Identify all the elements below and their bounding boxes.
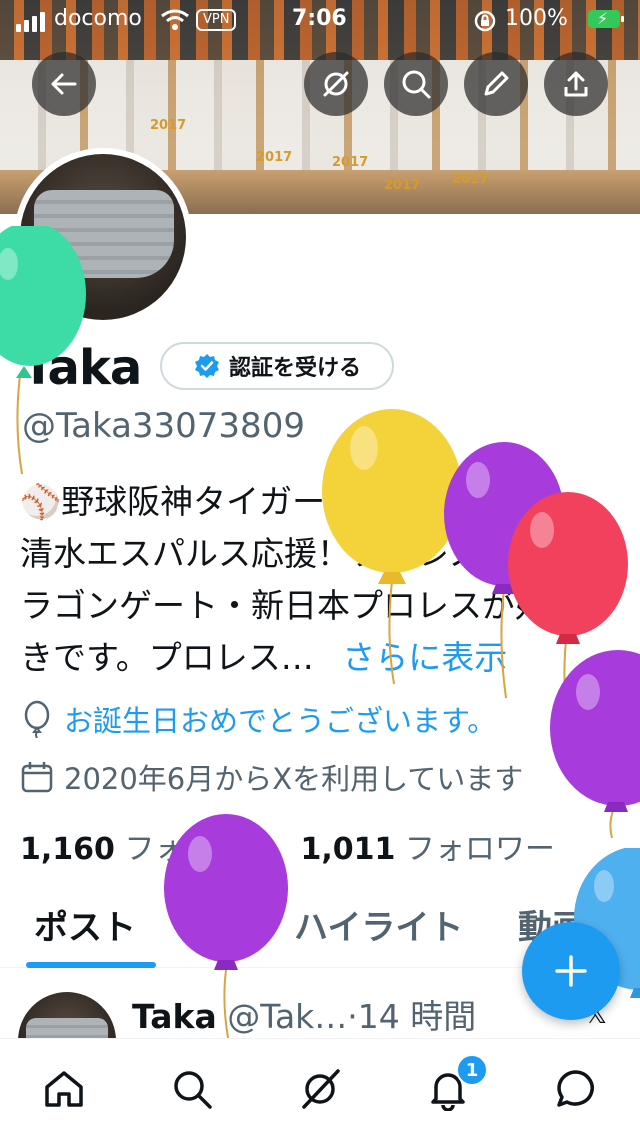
follow-counts: 1,160 フォロー中 1,011 フォロワー — [20, 824, 555, 868]
profile-bio: ⚾野球阪神タイガース⚽サッカー 清水エスパルス応援！プロレスはド ラゴンゲート・… — [20, 476, 630, 684]
following-count: 1,160 — [20, 832, 115, 867]
carrier-label: docomo — [54, 6, 142, 31]
battery-icon: ⚡ — [588, 9, 624, 28]
signal-icon — [16, 12, 45, 32]
wifi-icon — [161, 9, 189, 30]
verified-badge-icon — [194, 354, 219, 378]
nav-grok[interactable] — [292, 1061, 348, 1117]
calendar-icon — [21, 762, 53, 793]
search-icon — [174, 1071, 212, 1109]
home-icon — [45, 1071, 83, 1107]
pencil-icon — [484, 71, 509, 96]
grok-icon — [302, 1069, 340, 1109]
profile-handle: @Taka33073809 — [22, 406, 305, 446]
banner-year-text: 2017 — [452, 172, 489, 187]
clock: 7:06 — [292, 6, 347, 31]
banner-year-text: 2017 — [150, 118, 187, 133]
bio-line: ラゴンゲート・新日本プロレスが好 — [20, 586, 548, 625]
joined-text: 2020年6月からXを利用しています — [64, 762, 524, 796]
nav-home[interactable] — [36, 1061, 92, 1117]
banner-year-text: 2017 — [256, 150, 293, 165]
plus-icon — [555, 955, 587, 987]
grok-icon — [323, 71, 349, 97]
notification-badge: 1 — [456, 1054, 488, 1086]
active-tab-indicator — [26, 962, 156, 968]
get-verified-button[interactable]: 認証を受ける — [160, 342, 394, 390]
vpn-badge: VPN — [196, 9, 237, 31]
tab-media[interactable]: 画 — [626, 900, 640, 949]
birthday-row: お誕生日おめでとうございます。 — [20, 698, 496, 740]
nav-search[interactable] — [164, 1061, 220, 1117]
chat-bubble-icon — [557, 1070, 594, 1107]
joined-row: 2020年6月からXを利用しています — [20, 756, 523, 798]
following-link[interactable]: 1,160 フォロー中 — [20, 824, 274, 868]
bio-line: きです。プロレス… — [20, 638, 314, 677]
search-button[interactable] — [384, 52, 448, 116]
post-header: Taka @Tak…·14 時間 — [132, 990, 476, 1038]
share-button[interactable] — [544, 52, 608, 116]
tab-posts[interactable]: ポスト — [34, 900, 136, 949]
bio-line: ⚾野球阪神タイガース⚽サッカー — [20, 482, 530, 521]
get-verified-label: 認証を受ける — [228, 356, 361, 381]
edit-button[interactable] — [464, 52, 528, 116]
grok-button[interactable] — [304, 52, 368, 116]
post-handle-time: @Tak…·14 時間 — [227, 997, 477, 1036]
bio-line: 清水エスパルス応援！プロレスはド — [20, 534, 548, 573]
status-bar: docomo VPN 7:06 100% ⚡ — [0, 0, 640, 40]
search-icon — [402, 70, 431, 99]
rotation-lock-icon — [474, 10, 496, 32]
back-arrow-icon — [51, 73, 77, 95]
birthday-text: お誕生日おめでとうございます。 — [64, 704, 497, 738]
bio-last-line: きです。プロレス… さらに表示 — [20, 632, 630, 684]
show-more-link[interactable]: さらに表示 — [342, 638, 507, 677]
back-button[interactable] — [32, 52, 96, 116]
profile-name: Taka — [22, 340, 142, 396]
face-mask-graphic — [34, 190, 174, 278]
profile-avatar[interactable] — [14, 148, 192, 326]
banner-year-text: 2017 — [332, 155, 369, 170]
tab-replies[interactable]: 返信 — [184, 900, 252, 949]
compose-post-button[interactable] — [522, 922, 620, 1020]
following-label: フォロー中 — [124, 832, 275, 867]
balloon-icon — [24, 700, 50, 738]
nav-messages[interactable] — [548, 1061, 604, 1117]
followers-count: 1,011 — [300, 832, 396, 867]
banner-year-text: 2017 — [384, 178, 421, 193]
battery-percent: 100% — [505, 6, 568, 31]
share-icon — [564, 71, 588, 97]
post-author-name: Taka — [132, 997, 217, 1036]
avatar-image — [20, 154, 186, 320]
followers-link[interactable]: 1,011 フォロワー — [300, 824, 554, 868]
tab-highlights[interactable]: ハイライト — [294, 900, 463, 949]
bottom-navigation — [0, 1038, 640, 1136]
followers-label: フォロワー — [404, 832, 555, 867]
